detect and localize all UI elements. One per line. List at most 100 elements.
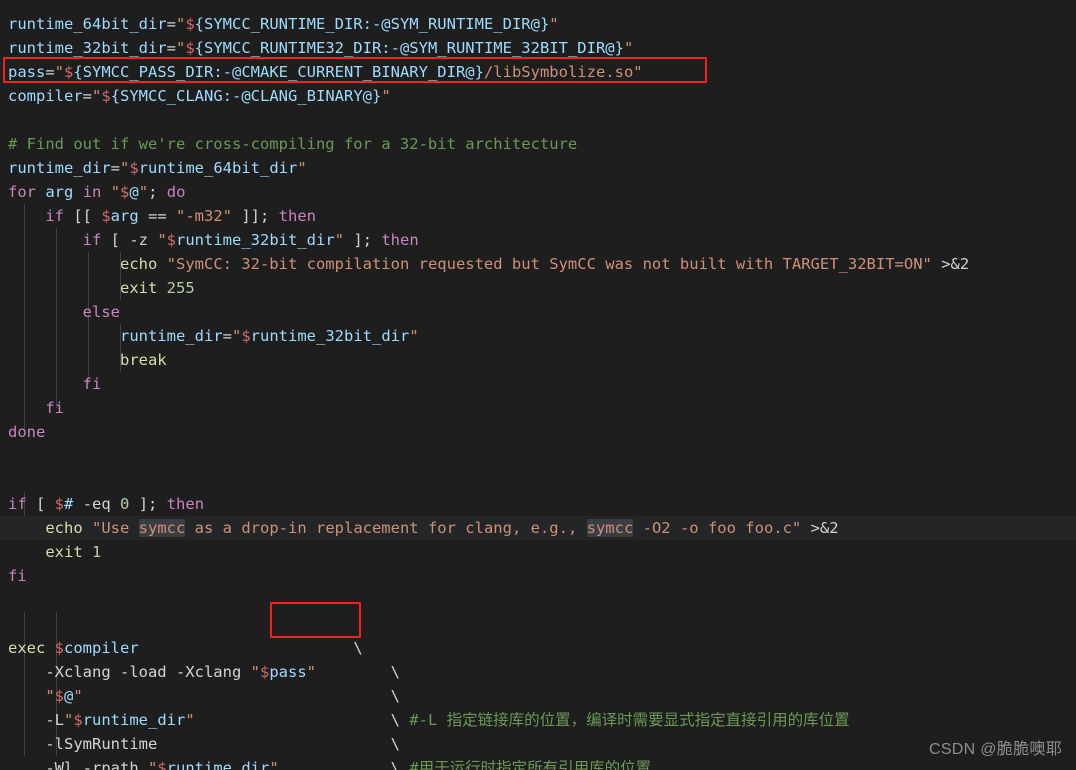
code-line-13[interactable]: else [0,300,1076,324]
code-line-32[interactable]: -Wl,-rpath,"$runtime_dir" \ #用于运行时指定所有引用… [0,756,1076,770]
token-keyword: then [381,231,419,249]
code-editor-viewport[interactable]: runtime_64bit_dir="${SYMCC_RUNTIME_DIR:-… [0,0,1076,770]
code-line-3[interactable]: pass="${SYMCC_PASS_DIR:-@CMAKE_CURRENT_B… [0,60,1076,84]
code-line-5[interactable] [0,108,1076,132]
token-keyword: else [82,303,120,321]
code-line-10[interactable]: if [ -z "$runtime_32bit_dir" ]; then [0,228,1076,252]
token-string: " [334,231,344,249]
token-number: 1 [92,543,102,561]
token-variable: compiler [8,87,83,105]
token-dollar: $ [259,663,270,681]
token-keyword: fi [8,567,27,585]
token-expansion: compiler [64,639,139,657]
occurrence-highlight-symcc: symcc [138,519,186,537]
code-line-19[interactable] [0,444,1076,468]
token-expansion: @ [64,687,74,705]
code-line-7[interactable]: runtime_dir="$runtime_64bit_dir" [0,156,1076,180]
token-string: " [549,15,559,33]
token-expansion: arg [110,207,139,225]
token-string: " [306,663,316,681]
code-line-31[interactable]: -lSymRuntime \ [0,732,1076,756]
code-line-8[interactable]: for arg in "$@"; do [0,180,1076,204]
token-keyword: do [166,183,186,201]
token-expansion: {SYMCC_RUNTIME32_DIR:-@SYM_RUNTIME_32BIT… [194,39,624,57]
token-comment: #-L 指定链接库的位置，编译时需要显式指定直接引用的库位置 [400,711,850,729]
token-dollar: $ [73,711,83,729]
token-continuation: \ [390,759,400,770]
token-string: " [231,327,242,345]
code-line-1[interactable]: runtime_64bit_dir="${SYMCC_RUNTIME_DIR:-… [0,12,1076,36]
code-line-24[interactable]: fi [0,564,1076,588]
token-keyword: in [82,183,102,201]
code-line-26[interactable] [0,612,1076,636]
token-expansion: @ [129,183,139,201]
code-line-21[interactable]: if [ $# -eq 0 ]; then [0,492,1076,516]
code-line-27[interactable]: exec $compiler \ [0,636,1076,660]
token-string: -O2 -o foo foo.c" [633,519,802,537]
token-continuation: \ [353,639,363,657]
token-builtin: exit [45,543,83,561]
code-line-11[interactable]: echo "SymCC: 32-bit compilation requeste… [0,252,1076,276]
code-line-4[interactable]: compiler="${SYMCC_CLANG:-@CLANG_BINARY@}… [0,84,1076,108]
token-string: " [185,711,195,729]
token-continuation: \ [390,663,400,681]
token-dollar: $ [101,87,111,105]
token-expansion: runtime_64bit_dir [138,159,298,177]
code-line-20[interactable] [0,468,1076,492]
csdn-watermark: CSDN @脆脆噢耶 [928,741,1062,758]
code-line-9[interactable]: if [[ $arg == "-m32" ]]; then [0,204,1076,228]
code-line-23[interactable]: exit 1 [0,540,1076,564]
token-continuation: \ [390,711,400,729]
token-dollar: $ [54,639,65,657]
token-expansion: # [64,495,74,513]
token-string: " [381,87,391,105]
token-redirect: >&2 [941,255,970,273]
code-line-18[interactable]: done [0,420,1076,444]
token-builtin: break [119,351,167,369]
token-variable: arg [45,183,74,201]
token-number: 255 [166,279,195,297]
code-line-6[interactable]: # Find out if we're cross-compiling for … [0,132,1076,156]
token-builtin: exec [8,639,46,657]
code-content[interactable]: runtime_64bit_dir="${SYMCC_RUNTIME_DIR:-… [0,0,1076,770]
code-line-14[interactable]: runtime_dir="$runtime_32bit_dir" [0,324,1076,348]
token-dollar: $ [129,159,139,177]
token-expansion: {SYMCC_PASS_DIR:-@CMAKE_CURRENT_BINARY_D… [73,63,484,81]
token-keyword: for [8,183,36,201]
token-string: " [623,39,634,57]
token-dollar: $ [241,327,251,345]
code-line-15[interactable]: break [0,348,1076,372]
token-string: "-m32" [176,207,232,225]
token-string: " [409,327,419,345]
token-expansion: runtime_dir [82,711,186,729]
token-dollar: $ [64,63,74,81]
code-line-22[interactable]: echo "Use symcc as a drop-in replacement… [0,516,1076,540]
token-keyword: fi [45,399,64,417]
token-operator: = [82,87,92,105]
token-builtin: echo [45,519,83,537]
code-line-17[interactable]: fi [0,396,1076,420]
token-string: " [64,711,74,729]
token-string: " [147,759,158,770]
code-line-2[interactable]: runtime_32bit_dir="${SYMCC_RUNTIME32_DIR… [0,36,1076,60]
token-string: " [250,663,260,681]
token-expansion: {SYMCC_RUNTIME_DIR:-@SYM_RUNTIME_DIR@} [194,15,550,33]
token-operator: = [166,15,176,33]
token-continuation: \ [390,735,400,753]
token-keyword: then [166,495,205,513]
code-line-28[interactable]: -Xclang -load -Xclang "$pass" \ [0,660,1076,684]
code-line-16[interactable]: fi [0,372,1076,396]
token-string: " [633,63,643,81]
code-line-29[interactable]: "$@" \ [0,684,1076,708]
token-comment: #用于运行时指定所有引用库的位置 [400,759,652,770]
token-string: as a drop-in replacement for clang, e.g.… [185,519,587,537]
code-line-30[interactable]: -L"$runtime_dir" \ #-L 指定链接库的位置，编译时需要显式指… [0,708,1076,732]
code-line-12[interactable]: exit 255 [0,276,1076,300]
code-line-25[interactable] [0,588,1076,612]
token-dollar: $ [157,759,167,770]
token-string: " [110,183,121,201]
token-string: "SymCC: 32-bit compilation requested but… [166,255,932,273]
token-string: " [54,63,65,81]
token-string: " [269,759,279,770]
token-dollar: $ [166,231,177,249]
